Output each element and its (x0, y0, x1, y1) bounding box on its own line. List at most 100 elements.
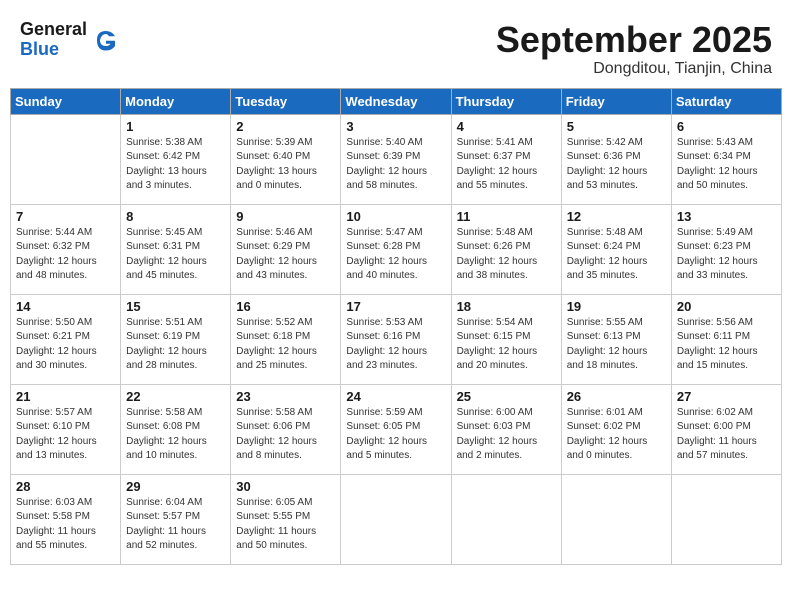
day-info: Sunrise: 5:40 AMSunset: 6:39 PMDaylight:… (346, 136, 445, 194)
weekday-header-saturday: Saturday (671, 88, 781, 114)
day-number: 21 (16, 389, 115, 404)
title-block: September 2025 Dongditou, Tianjin, China (496, 20, 772, 78)
day-info: Sunrise: 5:43 AMSunset: 6:34 PMDaylight:… (677, 136, 776, 194)
calendar-cell: 2 Sunrise: 5:39 AMSunset: 6:40 PMDaylight… (231, 114, 341, 204)
weekday-header-sunday: Sunday (11, 88, 121, 114)
day-info: Sunrise: 5:51 AMSunset: 6:19 PMDaylight:… (126, 316, 225, 374)
day-number: 23 (236, 389, 335, 404)
day-info: Sunrise: 5:54 AMSunset: 6:15 PMDaylight:… (457, 316, 556, 374)
calendar-cell: 12 Sunrise: 5:48 AMSunset: 6:24 PMDayligh… (561, 204, 671, 294)
day-number: 17 (346, 299, 445, 314)
week-row-3: 14 Sunrise: 5:50 AMSunset: 6:21 PMDayligh… (11, 294, 782, 384)
day-info: Sunrise: 5:48 AMSunset: 6:24 PMDaylight:… (567, 226, 666, 284)
day-number: 26 (567, 389, 666, 404)
logo-icon (91, 25, 121, 55)
calendar-cell: 6 Sunrise: 5:43 AMSunset: 6:34 PMDaylight… (671, 114, 781, 204)
calendar-cell: 1Sunrise: 5:38 AMSunset: 6:42 PMDaylight… (121, 114, 231, 204)
day-info: Sunrise: 5:59 AMSunset: 6:05 PMDaylight:… (346, 406, 445, 464)
day-info: Sunrise: 5:44 AMSunset: 6:32 PMDaylight:… (16, 226, 115, 284)
day-info: Sunrise: 5:39 AMSunset: 6:40 PMDaylight:… (236, 136, 335, 194)
month-title: September 2025 (496, 20, 772, 60)
calendar-cell: 18Sunrise: 5:54 AMSunset: 6:15 PMDayligh… (451, 294, 561, 384)
calendar-cell: 14 Sunrise: 5:50 AMSunset: 6:21 PMDayligh… (11, 294, 121, 384)
logo-blue: Blue (20, 40, 87, 60)
calendar-cell (11, 114, 121, 204)
calendar-cell: 22 Sunrise: 5:58 AMSunset: 6:08 PMDayligh… (121, 384, 231, 474)
day-info: Sunrise: 5:56 AMSunset: 6:11 PMDaylight:… (677, 316, 776, 374)
day-number: 19 (567, 299, 666, 314)
logo: General Blue (20, 20, 121, 60)
calendar-cell (451, 474, 561, 564)
calendar-cell: 29 Sunrise: 6:04 AMSunset: 5:57 PMDayligh… (121, 474, 231, 564)
day-number: 10 (346, 209, 445, 224)
day-info: Sunrise: 5:46 AMSunset: 6:29 PMDaylight:… (236, 226, 335, 284)
calendar-cell: 7 Sunrise: 5:44 AMSunset: 6:32 PMDaylight… (11, 204, 121, 294)
weekday-header-thursday: Thursday (451, 88, 561, 114)
calendar-cell (671, 474, 781, 564)
day-number: 4 (457, 119, 556, 134)
day-info: Sunrise: 6:05 AMSunset: 5:55 PMDaylight:… (236, 496, 335, 554)
calendar-cell: 17 Sunrise: 5:53 AMSunset: 6:16 PMDayligh… (341, 294, 451, 384)
calendar-cell: 30Sunrise: 6:05 AMSunset: 5:55 PMDayligh… (231, 474, 341, 564)
day-number: 5 (567, 119, 666, 134)
day-info: Sunrise: 6:00 AMSunset: 6:03 PMDaylight:… (457, 406, 556, 464)
day-info: Sunrise: 5:38 AMSunset: 6:42 PMDaylight:… (126, 136, 225, 194)
day-info: Sunrise: 5:45 AMSunset: 6:31 PMDaylight:… (126, 226, 225, 284)
calendar-cell: 26 Sunrise: 6:01 AMSunset: 6:02 PMDayligh… (561, 384, 671, 474)
calendar-cell: 25Sunrise: 6:00 AMSunset: 6:03 PMDayligh… (451, 384, 561, 474)
day-info: Sunrise: 6:03 AMSunset: 5:58 PMDaylight:… (16, 496, 115, 554)
day-number: 14 (16, 299, 115, 314)
day-info: Sunrise: 5:58 AMSunset: 6:06 PMDaylight:… (236, 406, 335, 464)
day-number: 27 (677, 389, 776, 404)
calendar-cell: 23 Sunrise: 5:58 AMSunset: 6:06 PMDayligh… (231, 384, 341, 474)
weekday-header-row: SundayMondayTuesdayWednesdayThursdayFrid… (11, 88, 782, 114)
day-number: 9 (236, 209, 335, 224)
day-info: Sunrise: 6:04 AMSunset: 5:57 PMDaylight:… (126, 496, 225, 554)
day-info: Sunrise: 5:53 AMSunset: 6:16 PMDaylight:… (346, 316, 445, 374)
day-number: 16 (236, 299, 335, 314)
day-info: Sunrise: 5:42 AMSunset: 6:36 PMDaylight:… (567, 136, 666, 194)
day-info: Sunrise: 5:41 AMSunset: 6:37 PMDaylight:… (457, 136, 556, 194)
day-number: 7 (16, 209, 115, 224)
weekday-header-tuesday: Tuesday (231, 88, 341, 114)
calendar-cell: 27 Sunrise: 6:02 AMSunset: 6:00 PMDayligh… (671, 384, 781, 474)
day-info: Sunrise: 5:50 AMSunset: 6:21 PMDaylight:… (16, 316, 115, 374)
day-info: Sunrise: 6:01 AMSunset: 6:02 PMDaylight:… (567, 406, 666, 464)
day-info: Sunrise: 5:52 AMSunset: 6:18 PMDaylight:… (236, 316, 335, 374)
day-number: 22 (126, 389, 225, 404)
calendar-cell: 28 Sunrise: 6:03 AMSunset: 5:58 PMDayligh… (11, 474, 121, 564)
day-info: Sunrise: 5:57 AMSunset: 6:10 PMDaylight:… (16, 406, 115, 464)
day-number: 6 (677, 119, 776, 134)
week-row-4: 21 Sunrise: 5:57 AMSunset: 6:10 PMDayligh… (11, 384, 782, 474)
day-info: Sunrise: 5:49 AMSunset: 6:23 PMDaylight:… (677, 226, 776, 284)
week-row-1: 1Sunrise: 5:38 AMSunset: 6:42 PMDaylight… (11, 114, 782, 204)
day-number: 24 (346, 389, 445, 404)
day-number: 2 (236, 119, 335, 134)
day-number: 12 (567, 209, 666, 224)
calendar-cell: 5 Sunrise: 5:42 AMSunset: 6:36 PMDaylight… (561, 114, 671, 204)
day-number: 29 (126, 479, 225, 494)
day-info: Sunrise: 5:58 AMSunset: 6:08 PMDaylight:… (126, 406, 225, 464)
day-number: 15 (126, 299, 225, 314)
calendar-cell (561, 474, 671, 564)
calendar-cell: 4 Sunrise: 5:41 AMSunset: 6:37 PMDaylight… (451, 114, 561, 204)
day-number: 28 (16, 479, 115, 494)
calendar-cell: 3Sunrise: 5:40 AMSunset: 6:39 PMDaylight… (341, 114, 451, 204)
day-info: Sunrise: 5:48 AMSunset: 6:26 PMDaylight:… (457, 226, 556, 284)
calendar-table: SundayMondayTuesdayWednesdayThursdayFrid… (10, 88, 782, 565)
weekday-header-friday: Friday (561, 88, 671, 114)
calendar-cell: 20 Sunrise: 5:56 AMSunset: 6:11 PMDayligh… (671, 294, 781, 384)
logo-text: General Blue (20, 20, 87, 60)
day-number: 20 (677, 299, 776, 314)
calendar-cell (341, 474, 451, 564)
calendar-cell: 16 Sunrise: 5:52 AMSunset: 6:18 PMDayligh… (231, 294, 341, 384)
calendar-cell: 13Sunrise: 5:49 AMSunset: 6:23 PMDayligh… (671, 204, 781, 294)
day-info: Sunrise: 6:02 AMSunset: 6:00 PMDaylight:… (677, 406, 776, 464)
calendar-cell: 24 Sunrise: 5:59 AMSunset: 6:05 PMDayligh… (341, 384, 451, 474)
day-info: Sunrise: 5:47 AMSunset: 6:28 PMDaylight:… (346, 226, 445, 284)
calendar-cell: 10 Sunrise: 5:47 AMSunset: 6:28 PMDayligh… (341, 204, 451, 294)
day-number: 11 (457, 209, 556, 224)
week-row-2: 7 Sunrise: 5:44 AMSunset: 6:32 PMDaylight… (11, 204, 782, 294)
week-row-5: 28 Sunrise: 6:03 AMSunset: 5:58 PMDayligh… (11, 474, 782, 564)
location: Dongditou, Tianjin, China (496, 60, 772, 78)
